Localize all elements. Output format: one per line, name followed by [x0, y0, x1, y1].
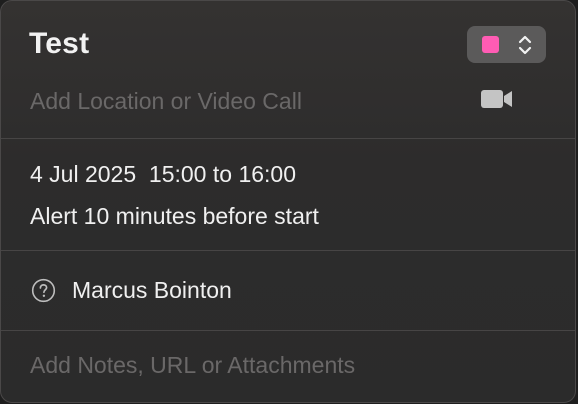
divider [1, 138, 575, 139]
event-alert[interactable]: Alert 10 minutes before start [30, 203, 319, 230]
question-circle-icon [31, 278, 56, 303]
video-camera-icon[interactable] [479, 88, 515, 110]
notes-field[interactable]: Add Notes, URL or Attachments [30, 352, 355, 379]
calendar-color-picker[interactable] [467, 26, 546, 63]
calendar-color-swatch [482, 36, 499, 53]
divider [1, 330, 575, 331]
event-title[interactable]: Test [29, 27, 89, 61]
organizer-name: Marcus Bointon [72, 277, 232, 303]
event-popover: Test Add Location or Video Call 4 Jul 20… [0, 0, 576, 403]
location-field[interactable]: Add Location or Video Call [30, 88, 302, 115]
divider [1, 250, 575, 251]
event-datetime[interactable]: 4 Jul 2025 15:00 to 16:00 [30, 161, 296, 188]
updown-chevron-icon [518, 35, 532, 55]
